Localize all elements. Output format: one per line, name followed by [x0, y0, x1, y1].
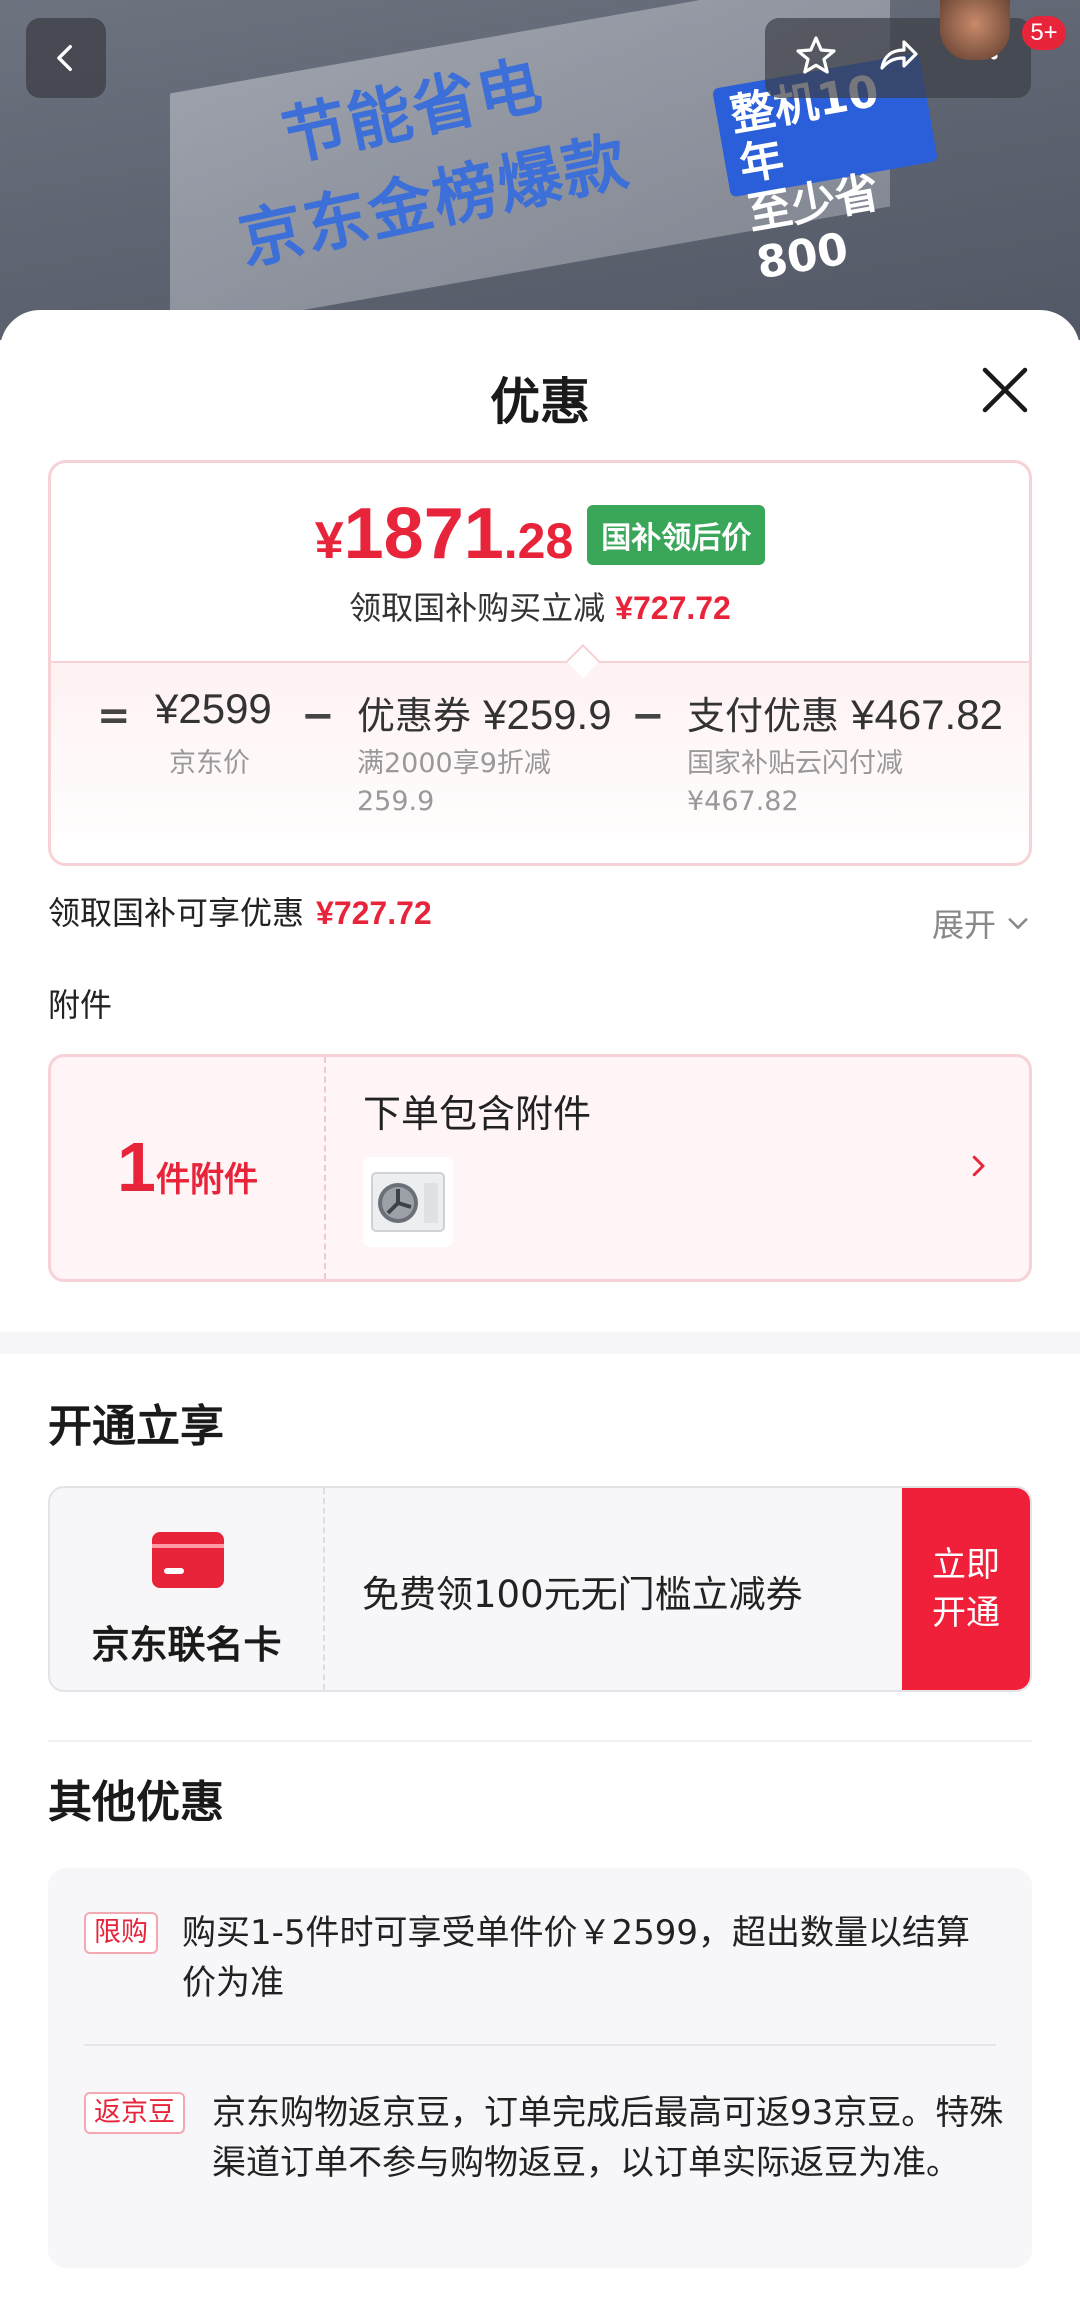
jd-beans-tag: 返京豆: [84, 2092, 185, 2134]
card-brand: 京东联名卡: [50, 1488, 325, 1690]
product-image: 节能省电 京东金榜爆款 整机10年 至少省800 5+: [0, 0, 1080, 340]
card-offer-text: 免费领100元无门槛立减券: [362, 1573, 803, 1616]
avatar[interactable]: [940, 0, 1010, 60]
divider: [48, 1740, 1032, 1742]
payment-note: 国家补贴云闪付减 ¥467.82: [687, 748, 903, 817]
co-branded-card-offer[interactable]: 京东联名卡 免费领100元无门槛立减券 立即 开通: [48, 1486, 1032, 1692]
price-subtitle: 领取国补购买立减 ¥727.72: [51, 583, 1029, 629]
outdoor-unit-icon: [371, 1172, 445, 1232]
accessories-label: 附件: [48, 986, 113, 1024]
expand-button[interactable]: 展开: [932, 900, 1032, 946]
final-price: ¥1871.28: [315, 493, 574, 575]
price-breakdown-card: ¥1871.28 国补领后价 领取国补购买立减 ¥727.72 = ¥2599 京…: [48, 460, 1032, 866]
price-currency: ¥: [314, 512, 344, 570]
accessories-card[interactable]: 1 件附件 下单包含附件: [48, 1054, 1032, 1282]
payment-discount: 支付优惠 ¥467.82: [687, 691, 1003, 738]
other-offers-list: 限购 购买1-5件时可享受单件价￥2599，超出数量以结算价为准 返京豆 京东购…: [48, 1868, 1032, 2268]
credit-card-icon: [152, 1532, 224, 1588]
favorite-button[interactable]: [792, 32, 840, 84]
price-subtitle-text: 领取国补购买立减: [349, 589, 606, 627]
chevron-right-icon: [972, 1155, 985, 1177]
notification-badge: 5+: [1022, 16, 1066, 50]
close-icon: [982, 367, 1028, 413]
jd-price: ¥2599: [155, 685, 272, 732]
minus-sign-2: −: [631, 693, 665, 739]
sheet-title: 优惠: [490, 373, 590, 431]
back-button[interactable]: [26, 18, 106, 98]
accessories-count-unit: 件附件: [155, 1160, 258, 1200]
coupon-amount: 优惠券 ¥259.9: [357, 691, 612, 738]
gov-subsidy-tag: 国补领后价: [587, 505, 766, 565]
other-offers-heading: 其他优惠: [48, 1777, 224, 1828]
price-summary: ¥1871.28 国补领后价 领取国补购买立减 ¥727.72: [51, 463, 1029, 661]
purchase-limit-text: 购买1-5件时可享受单件价￥2599，超出数量以结算价为准: [182, 1913, 971, 2003]
open-now-button[interactable]: 立即 开通: [902, 1488, 1030, 1690]
open-enjoy-heading: 开通立享: [48, 1401, 224, 1452]
star-icon: [796, 36, 836, 74]
jd-beans-text: 京东购物返京豆，订单完成后最高可返93京豆。特殊渠道订单不参与购物返豆，以订单实…: [212, 2093, 1004, 2183]
price-decimal: .28: [503, 513, 574, 569]
purchase-limit-tag: 限购: [84, 1912, 158, 1954]
divider: [84, 2044, 996, 2046]
divider: [51, 661, 1029, 663]
price-integer: 1871: [343, 494, 504, 574]
price-formula: = ¥2599 京东价 − 优惠券 ¥259.9 满2000享9折减 259.9…: [51, 663, 1029, 863]
minus-sign-1: −: [301, 693, 335, 739]
close-button[interactable]: [975, 360, 1035, 420]
open-now-line2: 开通: [932, 1593, 1000, 1633]
open-now-line1: 立即: [932, 1545, 1000, 1585]
share-button[interactable]: [873, 32, 923, 84]
accessories-arrow: [963, 1151, 993, 1185]
discount-summary: 领取国补可享优惠 ¥727.72: [48, 888, 432, 934]
accessories-count-number: 1: [117, 1128, 156, 1206]
chevron-down-icon: [1008, 918, 1028, 929]
share-icon: [880, 40, 918, 70]
list-item: 返京豆 京东购物返京豆，订单完成后最高可返93京豆。特殊渠道订单不参与购物返豆，…: [84, 2088, 1004, 2188]
chevron-left-icon: [57, 44, 72, 72]
equals-sign: =: [97, 693, 131, 739]
discount-summary-amount: ¥727.72: [316, 895, 432, 931]
jd-price-label: 京东价: [169, 748, 250, 779]
coupon-note: 满2000享9折减 259.9: [357, 748, 551, 817]
card-name: 京东联名卡: [91, 1623, 282, 1667]
expand-label: 展开: [931, 906, 996, 944]
list-item: 限购 购买1-5件时可享受单件价￥2599，超出数量以结算价为准: [84, 1908, 1004, 2008]
accessories-title: 下单包含附件: [363, 1092, 592, 1136]
discount-summary-label: 领取国补可享优惠: [48, 894, 305, 932]
accessories-count: 1 件附件: [51, 1057, 326, 1279]
section-separator: [0, 1332, 1080, 1354]
price-subtitle-amount: ¥727.72: [615, 590, 731, 626]
discount-sheet: 优惠 ¥1871.28 国补领后价 领取国补购买立减 ¥727.72 = ¥259…: [0, 310, 1080, 2311]
accessory-thumbnail[interactable]: [363, 1157, 453, 1247]
